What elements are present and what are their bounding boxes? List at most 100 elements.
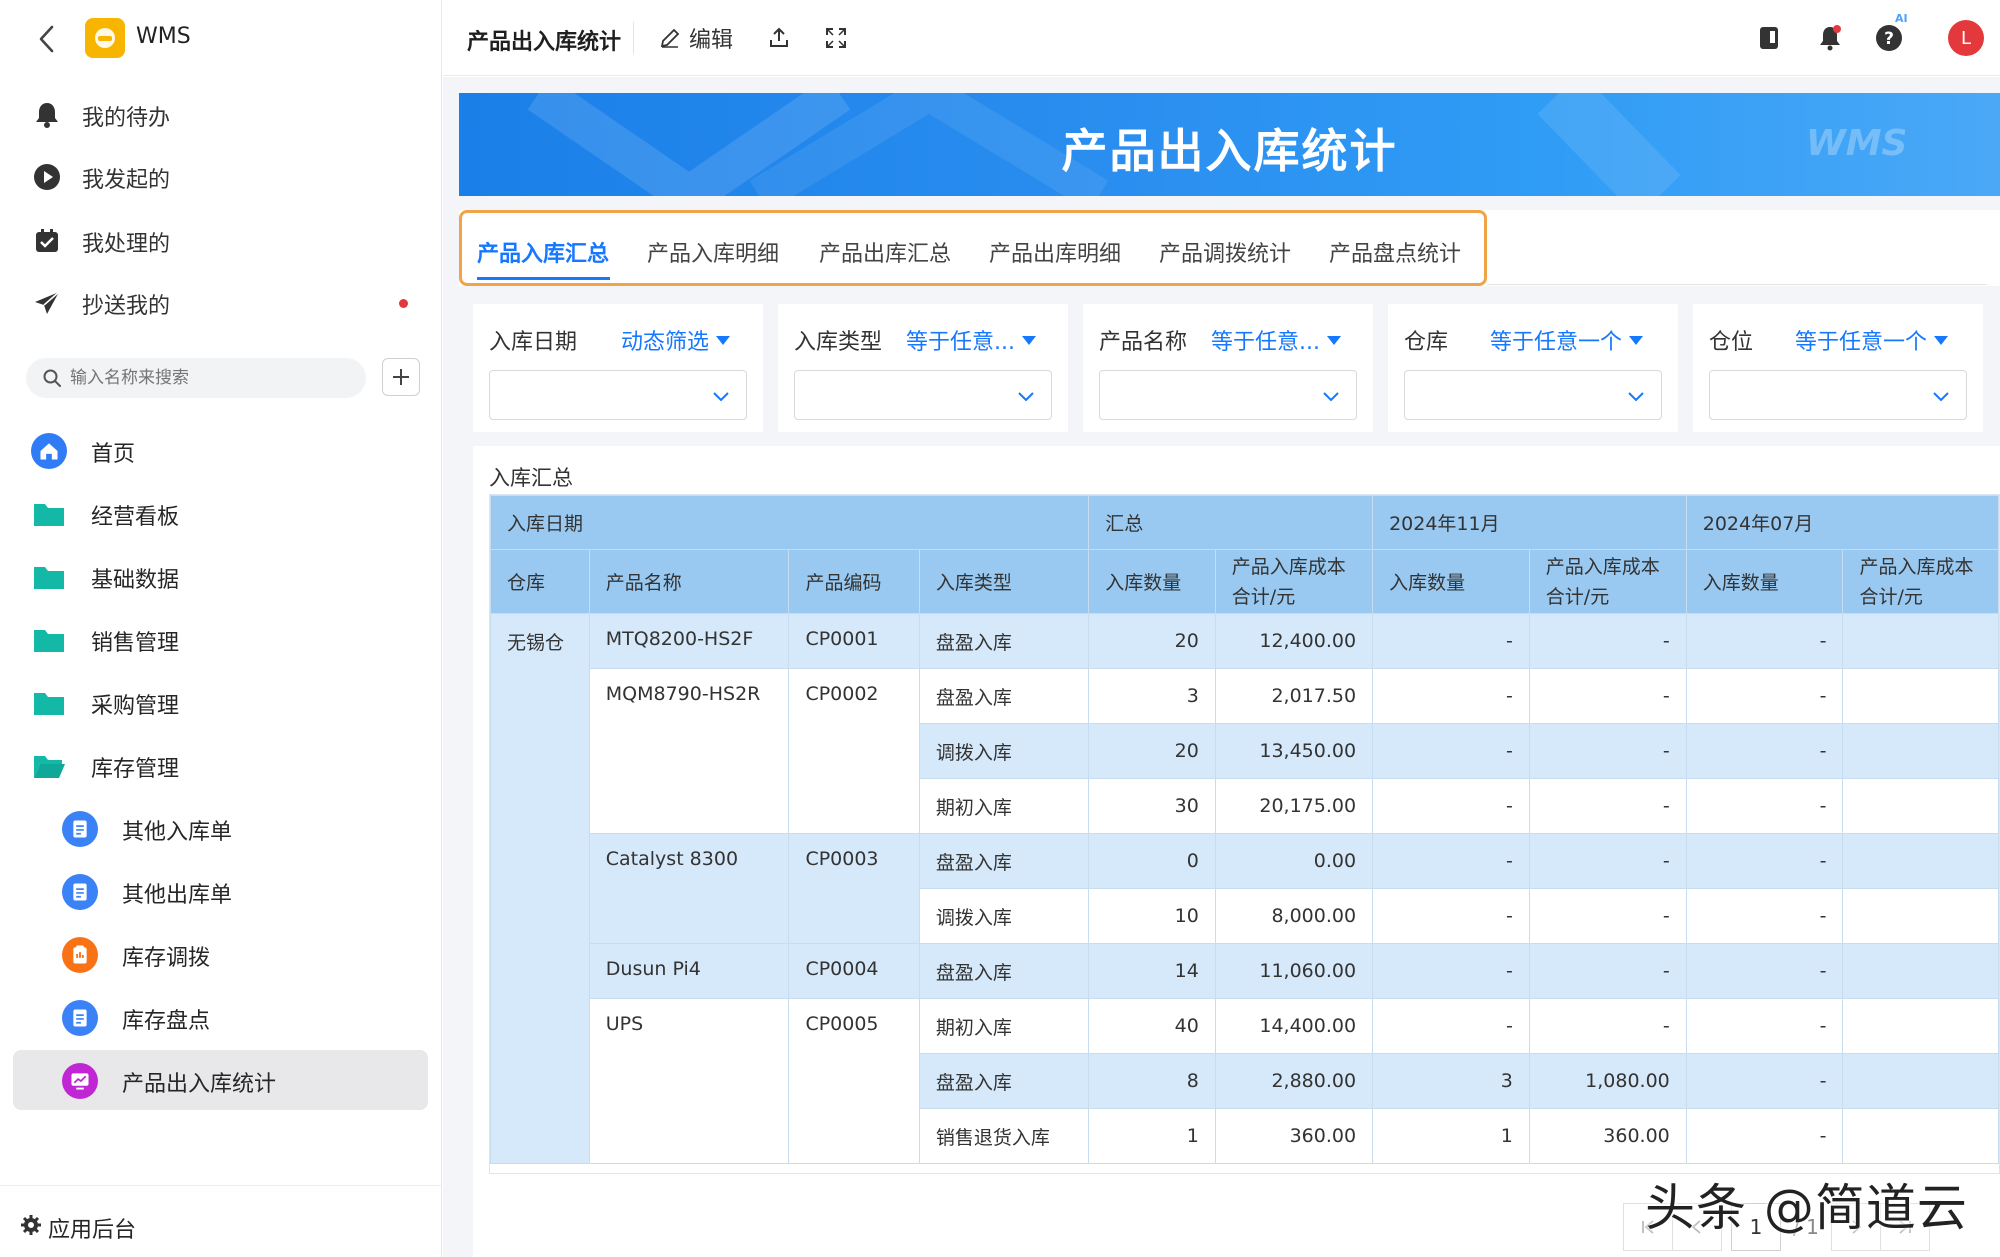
- divider: [633, 22, 634, 54]
- sidebar-item-initiated[interactable]: 我发起的: [0, 148, 442, 206]
- col-header-cost-line2: 合计/元: [1859, 585, 1923, 608]
- panel-title: 入库汇总: [489, 466, 573, 490]
- cell-qty: 1: [1088, 1108, 1216, 1164]
- sidebar-item-sales[interactable]: 销售管理: [0, 609, 442, 669]
- sidebar-item-label: 抄送我的: [82, 294, 171, 319]
- top-bar: 产品出入库统计 编辑 ? AI L: [443, 0, 2000, 76]
- filter-select[interactable]: [1404, 370, 1662, 420]
- cell-type: 期初入库: [918, 998, 1090, 1054]
- sidebar-item-other-outbound[interactable]: 其他出库单: [0, 861, 442, 921]
- filter-label: 仓库: [1404, 330, 1449, 355]
- filter-mode-dropdown[interactable]: 等于任意...: [906, 324, 1037, 356]
- svg-text:?: ?: [1884, 29, 1894, 49]
- col-header-type[interactable]: 入库类型: [918, 549, 1090, 614]
- app-backend-link[interactable]: 应用后台: [0, 1185, 442, 1257]
- filter-mode-label: 等于任意...: [906, 330, 1015, 355]
- filter-mode-dropdown[interactable]: 动态筛选: [621, 324, 731, 356]
- cell-cost: 13,450.00: [1214, 723, 1374, 779]
- filter-location: 仓位 等于任意一个: [1693, 304, 1983, 432]
- cell-m2-qty: -: [1685, 1108, 1844, 1164]
- notebook-button[interactable]: [1755, 24, 1783, 52]
- sidebar-item-handled[interactable]: 我处理的: [0, 212, 442, 270]
- col-header-cost[interactable]: 产品入库成本 合计/元: [1842, 549, 1999, 614]
- caret-down-icon: [1629, 336, 1644, 345]
- cell-type: 盘盈入库: [918, 668, 1090, 724]
- cell-qty: 8: [1088, 1053, 1216, 1109]
- sidebar-item-io-stats[interactable]: 产品出入库统计: [13, 1050, 428, 1110]
- filter-mode-dropdown[interactable]: 等于任意一个: [1490, 324, 1644, 356]
- col-header-cost[interactable]: 产品入库成本 合计/元: [1214, 549, 1374, 614]
- filter-select[interactable]: [489, 370, 747, 420]
- tab-stocktake-stats[interactable]: 产品盘点统计: [1329, 236, 1461, 268]
- col-header-qty[interactable]: 入库数量: [1685, 549, 1844, 614]
- search-icon: [43, 369, 61, 387]
- cell-product: Dusun Pi4: [588, 943, 790, 999]
- share-button[interactable]: [765, 24, 793, 52]
- avatar[interactable]: L: [1948, 20, 1984, 56]
- image-watermark: 头条 @简道云: [1645, 1179, 1968, 1237]
- edit-button[interactable]: 编辑: [659, 22, 733, 54]
- divider: [1487, 284, 1987, 285]
- sidebar-item-dashboard[interactable]: 经营看板: [0, 483, 442, 543]
- add-button[interactable]: [382, 358, 420, 396]
- filter-select[interactable]: [1709, 370, 1967, 420]
- back-button[interactable]: [30, 22, 64, 56]
- sidebar-item-label: 我发起的: [82, 168, 171, 193]
- cell-cost: 2,017.50: [1214, 668, 1374, 724]
- search-input[interactable]: [70, 365, 350, 391]
- cell-m2-qty: -: [1685, 613, 1844, 669]
- cell-m2-cost: [1842, 1108, 1999, 1164]
- cell-m1-cost: -: [1528, 723, 1687, 779]
- cell-qty: 40: [1088, 998, 1216, 1054]
- filter-mode-dropdown[interactable]: 等于任意...: [1211, 324, 1342, 356]
- sidebar-item-cc[interactable]: 抄送我的: [0, 274, 442, 332]
- col-header-cost[interactable]: 产品入库成本 合计/元: [1528, 549, 1687, 614]
- app-window: WMS 我的待办 我发起的 我处理的 抄送我的 输入名称来搜索 首页 经营看板 …: [0, 0, 2000, 1257]
- sidebar-item-my-todo[interactable]: 我的待办: [0, 86, 442, 144]
- cell-cost: 2,880.00: [1214, 1053, 1374, 1109]
- filter-select[interactable]: [794, 370, 1052, 420]
- sidebar-item-other-inbound[interactable]: 其他入库单: [0, 798, 442, 858]
- chevron-left-icon: [39, 25, 54, 53]
- sidebar-item-basic-data[interactable]: 基础数据: [0, 546, 442, 606]
- send-icon: [32, 288, 62, 318]
- search-box: [26, 358, 366, 398]
- sidebar-item-purchase[interactable]: 采购管理: [0, 672, 442, 732]
- chevron-down-icon: [1933, 392, 1949, 402]
- col-header-warehouse[interactable]: 仓库: [490, 549, 590, 614]
- col-header-product[interactable]: 产品名称: [588, 549, 790, 614]
- col-header-code[interactable]: 产品编码: [788, 549, 920, 614]
- notifications-button[interactable]: [1816, 24, 1844, 52]
- cell-m1-qty: -: [1372, 888, 1530, 944]
- cell-m1-qty: -: [1372, 613, 1530, 669]
- tab-inbound-detail[interactable]: 产品入库明细: [647, 236, 779, 268]
- sidebar-item-label: 库存管理: [91, 757, 180, 782]
- col-header-qty[interactable]: 入库数量: [1088, 549, 1216, 614]
- col-header-qty[interactable]: 入库数量: [1372, 549, 1530, 614]
- tab-outbound-detail[interactable]: 产品出库明细: [989, 236, 1121, 268]
- sidebar: WMS 我的待办 我发起的 我处理的 抄送我的 输入名称来搜索 首页 经营看板 …: [0, 0, 442, 1257]
- cell-cost: 11,060.00: [1214, 943, 1374, 999]
- cell-qty: 30: [1088, 778, 1216, 834]
- banner-watermark: WMS: [1806, 123, 1908, 164]
- tab-transfer-stats[interactable]: 产品调拨统计: [1159, 236, 1291, 268]
- sidebar-item-home[interactable]: 首页: [0, 420, 442, 480]
- filter-select[interactable]: [1099, 370, 1357, 420]
- sidebar-item-inventory[interactable]: 库存管理: [0, 735, 442, 795]
- tab-outbound-summary[interactable]: 产品出库汇总: [819, 236, 951, 268]
- cell-m1-qty: 1: [1372, 1108, 1530, 1164]
- fullscreen-button[interactable]: [822, 24, 850, 52]
- cell-code: CP0003: [788, 833, 920, 944]
- pivot-table-viewport[interactable]: 入库日期 汇总 2024年11月 2024年07月 仓库 产品名称 产品编码 入…: [489, 494, 2000, 1174]
- cell-m2-cost: [1842, 943, 1999, 999]
- filter-mode-dropdown[interactable]: 等于任意一个: [1795, 324, 1949, 356]
- help-button[interactable]: ?: [1875, 24, 1903, 52]
- filter-label: 仓位: [1709, 330, 1754, 355]
- tab-inbound-summary[interactable]: 产品入库汇总: [477, 236, 609, 268]
- caret-down-icon: [1326, 336, 1341, 345]
- sidebar-item-stocktake[interactable]: 库存盘点: [0, 987, 442, 1047]
- col-header-cost-line2: 合计/元: [1545, 585, 1610, 608]
- table-row: Dusun Pi4 CP0004 盘盈入库 14 11,060.00- - -: [491, 943, 1999, 999]
- sidebar-item-transfer[interactable]: 库存调拨: [0, 924, 442, 984]
- chevron-down-icon: [1323, 392, 1339, 402]
